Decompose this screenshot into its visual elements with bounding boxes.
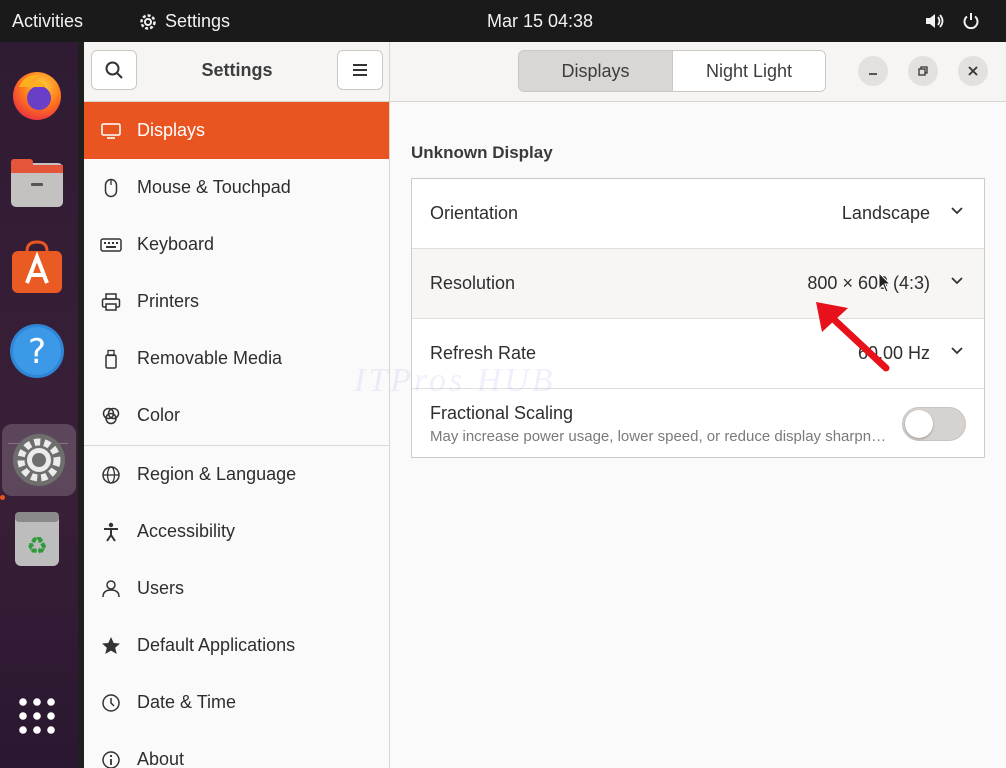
orientation-row[interactable]: Orientation Landscape	[412, 179, 984, 249]
star-icon	[84, 636, 137, 656]
users-icon	[84, 579, 137, 599]
tab-night-light[interactable]: Night Light	[673, 51, 825, 91]
resolution-row[interactable]: Resolution 800 × 600 (4:3)	[412, 249, 984, 319]
sidebar-item-label: Date & Time	[137, 692, 237, 712]
svg-text:?: ?	[28, 332, 46, 372]
dock-files[interactable]	[6, 152, 68, 214]
sidebar-item-label: Mouse & Touchpad	[137, 177, 291, 197]
trash-icon: ♻	[15, 512, 59, 566]
dock: ? ♻	[0, 42, 78, 768]
color-icon	[84, 406, 137, 426]
sidebar-item-users[interactable]: Users	[84, 560, 389, 617]
sidebar-item-label: About	[137, 749, 185, 768]
orientation-label: Orientation	[430, 203, 519, 223]
tab-displays[interactable]: Displays	[519, 51, 673, 91]
running-indicator	[0, 495, 5, 500]
maximize-button[interactable]	[908, 56, 938, 86]
view-switcher: Displays Night Light	[518, 50, 826, 92]
removable-media-icon	[84, 349, 137, 369]
main-header: Displays Night Light	[390, 42, 1006, 102]
switch-knob	[905, 410, 933, 438]
sidebar-item-label: Printers	[137, 291, 200, 311]
keyboard-icon	[84, 237, 137, 252]
system-tray[interactable]	[924, 12, 980, 30]
sidebar-item-label: Default Applications	[137, 635, 296, 655]
display-name-heading: Unknown Display	[411, 143, 553, 162]
display-icon	[84, 122, 137, 140]
help-icon: ?	[10, 324, 64, 378]
mouse-pointer-icon	[878, 272, 892, 293]
sidebar-item-label: Removable Media	[137, 348, 283, 368]
app-menu-label: Settings	[165, 11, 231, 31]
dock-help[interactable]: ?	[6, 320, 68, 382]
sidebar-item-label: Color	[137, 405, 181, 425]
sidebar-item-label: Accessibility	[137, 521, 236, 541]
software-icon	[12, 240, 62, 293]
orientation-value: Landscape	[841, 203, 930, 223]
settings-sidebar: Displays Mouse & Touchpad Keyboard Print…	[84, 102, 390, 768]
svg-text:♻: ♻	[26, 532, 48, 560]
close-icon	[968, 66, 978, 76]
fractional-scaling-switch[interactable]	[902, 407, 966, 441]
sidebar-item-removable-media[interactable]: Removable Media	[84, 330, 389, 387]
files-icon	[11, 159, 63, 207]
printer-icon	[84, 292, 137, 312]
sidebar-item-default-applications[interactable]: Default Applications	[84, 617, 389, 674]
settings-icon	[13, 434, 65, 486]
settings-window: Settings Displays Night Light Displays M…	[84, 42, 1006, 768]
sidebar-item-mouse-touchpad[interactable]: Mouse & Touchpad	[84, 159, 389, 216]
minimize-icon	[869, 73, 877, 75]
close-button[interactable]	[958, 56, 988, 86]
app-grid-icon	[19, 698, 55, 734]
restore-icon	[918, 66, 928, 76]
volume-icon	[926, 14, 944, 28]
dock-settings[interactable]	[2, 424, 76, 496]
sidebar-item-accessibility[interactable]: Accessibility	[84, 503, 389, 560]
accessibility-icon	[84, 522, 137, 542]
power-icon	[963, 13, 979, 30]
dock-trash[interactable]: ♻	[6, 508, 68, 570]
sidebar-item-printers[interactable]: Printers	[84, 273, 389, 330]
sidebar-item-label: Keyboard	[137, 234, 215, 254]
info-icon	[84, 750, 137, 768]
top-bar: Activities Settings Mar 15 04:38	[0, 0, 1006, 42]
clock[interactable]: Mar 15 04:38	[487, 11, 593, 32]
minimize-button[interactable]	[858, 56, 888, 86]
watermark: ITPros HUB	[354, 362, 556, 399]
sidebar-item-keyboard[interactable]: Keyboard	[84, 216, 389, 273]
dock-firefox[interactable]	[6, 64, 68, 126]
resolution-value: 800 × 600 (4:3)	[807, 273, 930, 293]
sidebar-header: Settings	[84, 42, 390, 102]
gear-icon	[140, 13, 156, 30]
sidebar-item-label: Region & Language	[137, 464, 297, 484]
resolution-label: Resolution	[430, 273, 516, 293]
sidebar-item-about[interactable]: About	[84, 731, 389, 768]
sidebar-item-label: Users	[137, 578, 185, 598]
main-menu-button[interactable]	[337, 50, 383, 90]
firefox-icon	[13, 72, 61, 120]
fractional-scaling-description: May increase power usage, lower speed, o…	[430, 428, 890, 445]
fractional-scaling-label: Fractional Scaling	[430, 403, 574, 423]
refresh-rate-label: Refresh Rate	[430, 343, 537, 363]
display-settings-list: Orientation Landscape Resolution 800 × 6…	[411, 178, 985, 458]
dock-software[interactable]	[6, 236, 68, 298]
globe-icon	[84, 465, 137, 485]
clock-icon	[84, 693, 137, 713]
dock-show-apps[interactable]	[6, 685, 68, 747]
chevron-down-icon	[951, 207, 963, 215]
mouse-icon	[84, 178, 137, 198]
app-menu[interactable]: Settings	[138, 11, 230, 32]
sidebar-item-color[interactable]: Color	[84, 387, 389, 444]
annotation-arrow	[816, 302, 890, 372]
sidebar-item-displays[interactable]: Displays	[84, 102, 389, 159]
chevron-down-icon	[951, 277, 963, 285]
sidebar-item-label: Displays	[137, 120, 206, 140]
hamburger-menu-icon	[353, 64, 367, 76]
activities-button[interactable]: Activities	[12, 11, 83, 32]
sidebar-item-region-language[interactable]: Region & Language	[84, 446, 389, 503]
chevron-down-icon	[951, 347, 963, 355]
sidebar-item-date-time[interactable]: Date & Time	[84, 674, 389, 731]
displays-panel: Unknown Display Orientation Landscape Re…	[390, 102, 1006, 768]
